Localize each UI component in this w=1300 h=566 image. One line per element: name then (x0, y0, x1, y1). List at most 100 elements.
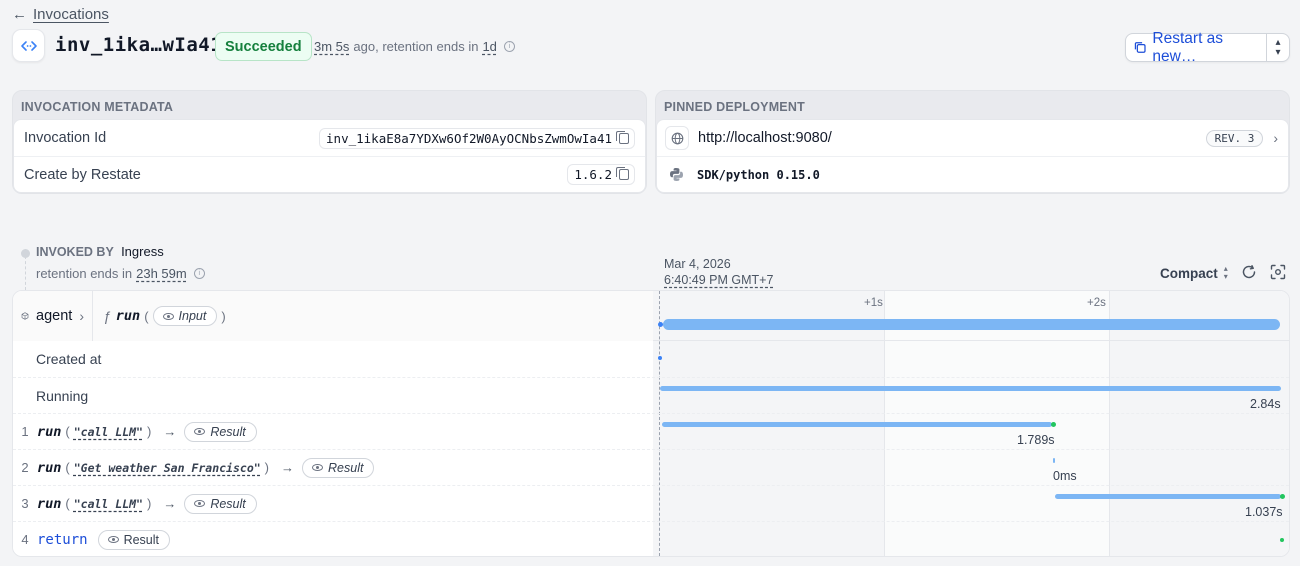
row-label: Running (36, 387, 89, 404)
restate-version-value: 1.6.2 (574, 167, 612, 182)
return-dot (1280, 538, 1284, 542)
arrow-right-icon: → (281, 460, 295, 475)
retention-prefix: retention ends in (36, 266, 133, 281)
cube-icon (21, 312, 29, 320)
restate-version-chip[interactable]: 1.6.2 (567, 164, 635, 185)
restart-copy-icon (1134, 42, 1146, 53)
step-1-bar[interactable] (662, 422, 1052, 427)
service-name: agent (36, 308, 73, 324)
timeline-row-created: Created at (13, 341, 1289, 377)
timeline-time: 6:40:49 PM GMT+7 (664, 273, 774, 287)
deployment-sdk-row: SDK/python 0.15.0 (657, 156, 1288, 192)
step-2-bar[interactable] (1053, 458, 1055, 463)
step-arg[interactable]: "call LLM" (74, 425, 143, 439)
panel-title: INVOCATION METADATA (21, 100, 174, 114)
restart-as-new-button[interactable]: Restart as new… (1126, 30, 1266, 66)
chevron-right-icon: › (1273, 130, 1278, 146)
invoked-retention-value[interactable]: 23h 59m (136, 266, 187, 281)
step-arg[interactable]: "Get weather San Francisco" (74, 461, 261, 475)
invocation-age-line: 3m 5s ago, retention ends in 1d i (314, 39, 515, 54)
restart-label: Restart as new… (1152, 29, 1224, 65)
timeline-start-date: Mar 4, 2026 6:40:49 PM GMT+7 (664, 256, 773, 288)
tick-label: +1s (864, 297, 883, 309)
code-arrows-icon (20, 40, 37, 51)
refresh-icon[interactable] (1241, 264, 1257, 285)
step-index: 4 (21, 532, 29, 547)
timeline-step-2: 2 run ("Get weather San Francisco") → Re… (13, 449, 1289, 485)
result-label: Result (210, 424, 246, 439)
invoked-retention-line: retention ends in 23h 59m i (36, 266, 205, 281)
invoked-by-label: INVOKED BY (36, 245, 114, 259)
result-button[interactable]: Result (184, 493, 257, 514)
age-value[interactable]: 3m 5s (314, 39, 349, 54)
copy-icon[interactable] (616, 167, 629, 180)
timeline-date: Mar 4, 2026 (664, 257, 731, 271)
invocation-metadata-panel: INVOCATION METADATA Invocation Id inv_1i… (12, 90, 647, 194)
step-arg[interactable]: "call LLM" (74, 497, 143, 511)
status-badge: Succeeded (215, 32, 312, 61)
arrow-right-icon: → (163, 424, 177, 439)
back-link-label: Invocations (33, 6, 109, 23)
metadata-key: Create by Restate (24, 166, 141, 183)
deployment-url: http://localhost:9080/ (698, 130, 832, 146)
invocation-icon (12, 29, 45, 62)
arrow-left-icon: ← (12, 6, 27, 23)
step-fn: return (37, 531, 88, 548)
eye-icon (107, 536, 119, 543)
row-label: Created at (36, 351, 102, 367)
timeline-step-1: 1 run ("call LLM") → Result 1.789s (13, 413, 1289, 449)
timeline-step-3: 3 run ("call LLM") → Result 1.037s (13, 485, 1289, 521)
step-1-duration: 1.789s (1017, 433, 1055, 447)
input-button[interactable]: Input (152, 306, 218, 326)
step-fn: run (37, 459, 62, 476)
revision-badge: REV. 3 (1205, 129, 1264, 147)
invocation-title: inv_1ika…wIa41 (55, 34, 223, 56)
view-mode-label: Compact (1160, 265, 1218, 281)
invocation-timeline: agent › ƒ run ( Input ) +1s +2s Created … (12, 290, 1290, 557)
handler-name: run (115, 308, 141, 324)
input-label: Input (178, 309, 207, 323)
deployment-url-row[interactable]: http://localhost:9080/ REV. 3 › (657, 120, 1288, 156)
result-label: Result (210, 496, 246, 511)
eye-icon (162, 312, 174, 320)
step-3-bar[interactable] (1055, 494, 1281, 499)
focus-icon[interactable] (1270, 264, 1286, 285)
chevron-up-down-icon: ▴ ▾ (1223, 264, 1228, 281)
python-icon (670, 168, 683, 181)
tick-label: +2s (1087, 297, 1106, 309)
result-button[interactable]: Result (97, 529, 171, 550)
result-button[interactable]: Result (184, 421, 257, 442)
timeline-origin-line (25, 256, 26, 290)
metadata-row-created-by: Create by Restate 1.6.2 (14, 156, 645, 192)
sdk-version: SDK/python 0.15.0 (697, 167, 820, 182)
invocation-id-chip[interactable]: inv_1ikaE8a7YDXw6Of2W0AyOCNbsZwmOwIa41 (319, 127, 635, 149)
function-icon: ƒ (103, 308, 111, 324)
copy-icon[interactable] (616, 130, 629, 144)
result-button[interactable]: Result (302, 457, 375, 478)
invoked-by: INVOKED BY Ingress (36, 244, 164, 259)
step-1-end-dot (1051, 422, 1056, 427)
metadata-key: Invocation Id (24, 130, 107, 146)
back-to-invocations-link[interactable]: ← Invocations (12, 6, 109, 23)
info-icon[interactable]: i (503, 41, 515, 52)
eye-icon (312, 464, 324, 471)
running-bar[interactable] (660, 386, 1281, 391)
running-duration: 2.84s (1250, 397, 1281, 411)
view-mode-select[interactable]: Compact ▴ ▾ (1160, 265, 1228, 281)
metadata-row-invocation-id: Invocation Id inv_1ikaE8a7YDXw6Of2W0AyOC… (14, 120, 645, 156)
step-3-end-dot (1280, 494, 1285, 499)
eye-icon (194, 500, 206, 507)
retention-value[interactable]: 1d (482, 39, 496, 54)
chevron-up-down-icon[interactable]: ▴ ▾ (1267, 37, 1289, 58)
step-index: 2 (21, 460, 29, 475)
invocation-bar[interactable] (663, 319, 1280, 330)
invocation-id-value: inv_1ikaE8a7YDXw6Of2W0AyOCNbsZwmOwIa41 (326, 130, 612, 146)
result-label: Result (123, 532, 160, 547)
restart-as-new-control: Restart as new… ▴ ▾ (1125, 30, 1290, 65)
pinned-deployment-panel: PINNED DEPLOYMENT http://localhost:9080/… (655, 90, 1290, 194)
info-icon[interactable]: i (193, 268, 205, 279)
service-cell[interactable]: agent › (13, 291, 93, 341)
timeline-step-4: 4 return Result (13, 521, 1289, 556)
step-index: 3 (21, 496, 29, 511)
arrow-right-icon: → (163, 496, 177, 511)
